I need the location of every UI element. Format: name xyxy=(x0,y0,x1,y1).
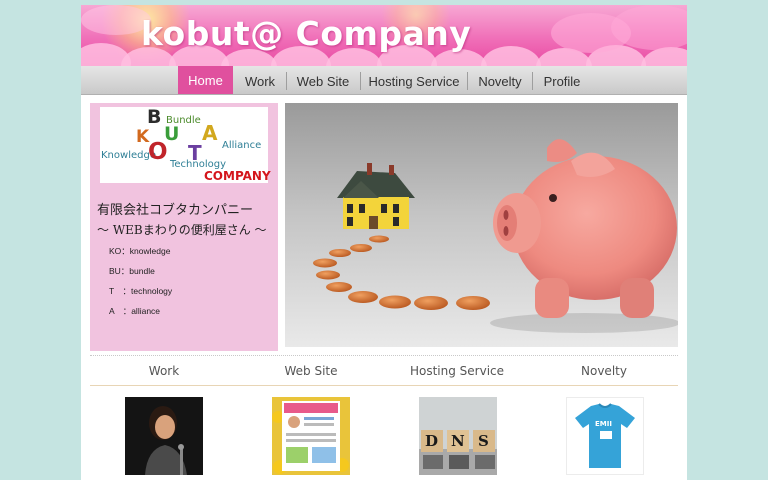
hero-image xyxy=(285,103,678,347)
house-icon xyxy=(337,163,415,229)
web-site-thumbnail[interactable] xyxy=(272,397,350,475)
nav-web-site[interactable]: Web Site xyxy=(289,69,357,94)
section-label-web-site[interactable]: Web Site xyxy=(251,364,371,378)
abbr-ko: KO：knowledge xyxy=(109,246,171,256)
website-screenshot-icon xyxy=(272,397,350,475)
company-logo[interactable]: B Bundle K U A Alliance Knowledge O T Te… xyxy=(100,106,271,183)
section-divider xyxy=(90,385,678,386)
tshirt-icon xyxy=(567,398,643,474)
company-name: 有限会社コブタカンパニー xyxy=(97,203,254,218)
shirt-print-text: EMII xyxy=(595,420,612,428)
company-tagline: 〜 WEBまわりの便利屋さん 〜 xyxy=(97,223,267,237)
hosting-service-thumbnail[interactable]: D N S xyxy=(419,397,497,475)
logo-letter-b: B xyxy=(147,106,162,128)
nav-novelty[interactable]: Novelty xyxy=(470,69,530,94)
section-label-hosting-service[interactable]: Hosting Service xyxy=(397,364,517,378)
header-banner: kobut@ Company xyxy=(81,5,687,66)
section-label-work[interactable]: Work xyxy=(104,364,224,378)
page-container: kobut@ Company Home Work Web Site Hostin… xyxy=(81,5,687,480)
abbr-a: A ：alliance xyxy=(109,306,161,316)
nav-hosting-service[interactable]: Hosting Service xyxy=(363,69,465,94)
sidebar-panel: B Bundle K U A Alliance Knowledge O T Te… xyxy=(90,103,278,351)
section-divider xyxy=(90,355,678,356)
piggy-bank-icon xyxy=(493,139,677,318)
nav-separator xyxy=(467,72,468,90)
logo-letter-a: A xyxy=(202,121,218,145)
dns-letter: D xyxy=(425,432,439,450)
logo-letter-o: O xyxy=(148,139,168,165)
site-title[interactable]: kobut@ Company xyxy=(141,14,471,53)
speaker-photo-icon xyxy=(125,397,203,475)
nav-home[interactable]: Home xyxy=(178,66,233,94)
dns-letter: S xyxy=(478,432,489,450)
main-nav: Home Work Web Site Hosting Service Novel… xyxy=(81,66,687,95)
nav-work[interactable]: Work xyxy=(237,69,283,94)
nav-profile[interactable]: Profile xyxy=(535,69,589,94)
novelty-thumbnail[interactable]: EMII xyxy=(566,397,644,475)
nav-separator xyxy=(360,72,361,90)
section-label-novelty[interactable]: Novelty xyxy=(544,364,664,378)
logo-word-company: COMPANY xyxy=(204,169,271,183)
dns-letter: N xyxy=(451,432,465,450)
nav-separator xyxy=(286,72,287,90)
logo-word-alliance: Alliance xyxy=(222,140,262,151)
coins-trail xyxy=(313,235,490,310)
abbr-bu: BU：bundle xyxy=(109,266,155,276)
abbr-t: T ：technology xyxy=(109,286,173,296)
work-thumbnail[interactable] xyxy=(125,397,203,475)
nav-separator xyxy=(532,72,533,90)
piggy-bank-house-illustration xyxy=(313,139,678,333)
